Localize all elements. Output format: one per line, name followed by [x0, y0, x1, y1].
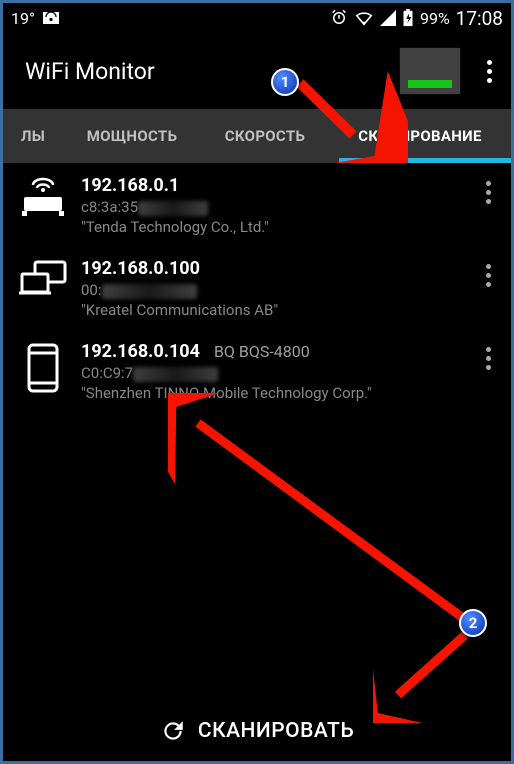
device-vendor: "Tenda Technology Co., Ltd."	[81, 218, 475, 236]
device-ip: 192.168.0.100	[81, 258, 200, 279]
device-row[interactable]: 192.168.0.1 c8:3a:35 "Tenda Technology C…	[3, 163, 511, 246]
scan-button[interactable]: СКАНИРОВАТЬ	[3, 701, 511, 761]
battery-charging-icon	[402, 9, 414, 27]
wifi-icon	[354, 10, 374, 26]
row-menu-icon[interactable]	[475, 181, 501, 204]
tab-bar: ЛЫ МОЩНОСТЬ СКОРОСТЬ СКАНИРОВАНИЕ	[3, 109, 511, 163]
tab-partial[interactable]: ЛЫ	[3, 109, 63, 163]
annotation-badge-1: 1	[271, 68, 299, 96]
scan-button-label: СКАНИРОВАТЬ	[198, 719, 354, 743]
device-ip: 192.168.0.1	[81, 175, 179, 196]
overflow-menu-icon[interactable]	[477, 60, 501, 83]
device-row[interactable]: 192.168.0.104 BQ BQS-4800 C0:C9:7 "Shenz…	[3, 329, 511, 412]
mac-obscured	[138, 201, 208, 216]
android-status-bar: 19° 99% 17:08	[3, 3, 511, 33]
row-menu-icon[interactable]	[475, 347, 501, 370]
laptop-device-icon	[13, 258, 73, 300]
device-mac-prefix: 00:	[81, 281, 102, 299]
router-device-icon	[13, 175, 73, 219]
app-bar: WiFi Monitor	[3, 33, 511, 109]
app-title: WiFi Monitor	[25, 58, 155, 85]
cell-signal-icon	[380, 10, 396, 26]
status-clock: 17:08	[456, 7, 503, 30]
battery-percentage: 99%	[420, 9, 450, 28]
device-ip: 192.168.0.104	[81, 341, 200, 362]
row-menu-icon[interactable]	[475, 264, 501, 287]
device-mac-prefix: c8:3a:35	[81, 198, 138, 216]
device-model: BQ BQS-4800	[214, 342, 310, 361]
tab-scanning[interactable]: СКАНИРОВАНИЕ	[329, 109, 511, 163]
mac-obscured	[133, 367, 218, 382]
device-mac-prefix: C0:C9:7	[81, 364, 133, 382]
annotation-badge-2: 2	[459, 609, 487, 637]
wifi-ap-icon	[41, 10, 61, 26]
tab-power[interactable]: МОЩНОСТЬ	[63, 109, 201, 163]
alarm-icon	[330, 9, 348, 27]
mac-obscured	[102, 284, 197, 299]
tab-speed[interactable]: СКОРОСТЬ	[201, 109, 329, 163]
status-temperature: 19°	[11, 9, 35, 28]
app-icon-router[interactable]	[399, 47, 461, 95]
device-list: 192.168.0.1 c8:3a:35 "Tenda Technology C…	[3, 163, 511, 412]
phone-device-icon	[13, 341, 73, 393]
device-vendor: "Shenzhen TINNO Mobile Technology Corp."	[81, 384, 475, 402]
refresh-icon	[160, 718, 186, 744]
annotation-arrow-2a	[168, 393, 488, 643]
device-vendor: "Kreatel Communications AB"	[81, 301, 475, 319]
device-row[interactable]: 192.168.0.100 00: "Kreatel Communication…	[3, 246, 511, 329]
